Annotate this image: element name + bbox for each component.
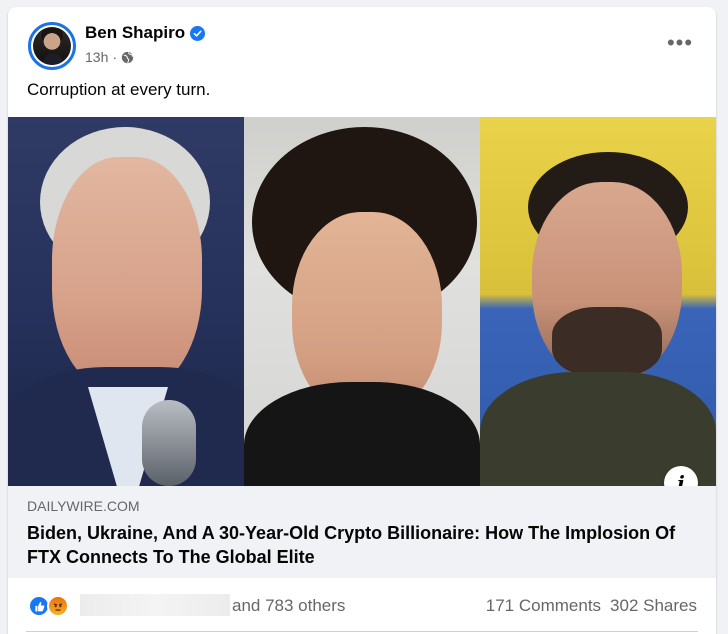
post-text: Corruption at every turn. [27,80,211,99]
post-time[interactable]: 13h [85,49,108,65]
angry-reaction-icon [47,595,69,617]
reaction-icons[interactable] [28,595,69,617]
post-header: Ben Shapiro 13h · ••• [8,7,716,77]
image-panel-left [8,117,244,486]
verified-badge-icon [190,25,206,41]
link-preview-meta[interactable]: DAILYWIRE.COM Biden, Ukraine, And A 30-Y… [8,486,716,578]
comments-count[interactable]: 171 Comments [486,596,601,616]
reactions-count[interactable]: and 783 others [232,596,345,616]
tshirt-shape [244,382,480,486]
image-panel-middle [244,117,480,486]
author-name[interactable]: Ben Shapiro [85,23,185,43]
beard-shape [552,307,662,377]
microphone-shape [142,400,196,486]
face-shape [52,157,202,392]
avatar-photo [33,27,71,65]
author-row: Ben Shapiro [85,23,206,43]
globe-icon[interactable] [121,51,134,64]
blurred-reactor-names [80,594,230,616]
link-title[interactable]: Biden, Ukraine, And A 30-Year-Old Crypto… [27,521,687,569]
post-card: Ben Shapiro 13h · ••• Corruption at ever… [8,7,716,634]
post-footer: and 783 others 171 Comments 302 Shares [8,578,716,632]
meta-separator: · [112,49,118,65]
image-panel-right [480,117,716,486]
more-options-icon: ••• [666,30,694,55]
post-meta: 13h · [85,49,134,65]
link-preview-image[interactable] [8,117,716,486]
more-options-button[interactable]: ••• [662,29,698,57]
engagement-stats: 171 Comments 302 Shares [486,596,697,616]
link-domain: DAILYWIRE.COM [27,498,140,514]
footer-divider [26,631,698,632]
author-avatar[interactable] [28,22,76,70]
shares-count[interactable]: 302 Shares [610,596,697,616]
